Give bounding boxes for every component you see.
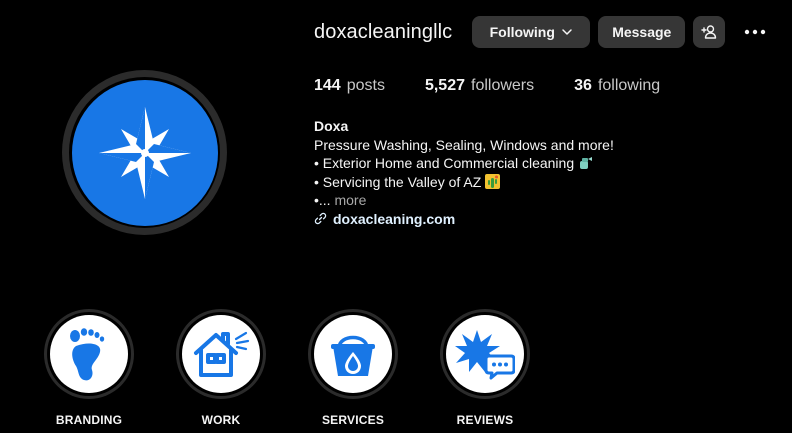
highlight-cover bbox=[50, 315, 128, 393]
highlight-services[interactable]: SERVICES bbox=[308, 309, 398, 427]
more-options-button[interactable] bbox=[743, 20, 767, 44]
highlight-cover bbox=[182, 315, 260, 393]
bio-line-3: • Servicing the Valley of AZ bbox=[314, 173, 754, 192]
highlight-ring bbox=[44, 309, 134, 399]
highlight-cover bbox=[314, 315, 392, 393]
following-label: following bbox=[597, 77, 661, 94]
highlight-label: WORK bbox=[201, 413, 241, 427]
person-plus-icon bbox=[701, 25, 717, 39]
highlight-label: SERVICES bbox=[321, 413, 385, 427]
star-burst-chat-icon bbox=[455, 330, 515, 380]
avatar-gap bbox=[69, 77, 220, 228]
following-stat[interactable]: 36 following bbox=[574, 77, 660, 95]
highlight-ring bbox=[176, 309, 266, 399]
posts-label: posts bbox=[346, 77, 385, 94]
following-button[interactable]: Following bbox=[472, 16, 591, 48]
compass-star-icon bbox=[98, 106, 191, 199]
profile-avatar[interactable] bbox=[62, 70, 227, 235]
chevron-down-icon bbox=[562, 29, 572, 35]
desert-cactus-icon bbox=[485, 173, 501, 189]
highlight-gap bbox=[311, 312, 395, 396]
bio-line-2-text: • Exterior Home and Commercial cleaning bbox=[314, 155, 575, 171]
avatar-disc bbox=[71, 79, 218, 226]
website-link[interactable]: doxacleaning.com bbox=[314, 210, 754, 229]
highlight-reviews[interactable]: REVIEWS bbox=[440, 309, 530, 427]
highlight-branding[interactable]: BRANDING bbox=[44, 309, 134, 427]
highlight-cover bbox=[446, 315, 524, 393]
message-button-label: Message bbox=[612, 24, 672, 40]
profile-header: doxacleaningllc Following Message bbox=[314, 15, 767, 49]
followers-stat[interactable]: 5,527 followers bbox=[425, 77, 534, 95]
highlight-ring bbox=[440, 309, 530, 399]
bio-more-link[interactable]: more bbox=[334, 192, 366, 208]
highlight-gap bbox=[443, 312, 527, 396]
website-text: doxacleaning.com bbox=[333, 210, 456, 227]
footprint-icon bbox=[70, 328, 105, 381]
highlight-work[interactable]: WORK bbox=[176, 309, 266, 427]
profile-name: Doxa bbox=[314, 118, 349, 134]
bio-line-2: • Exterior Home and Commercial cleaning bbox=[314, 154, 754, 173]
bio-line-3-text: • Servicing the Valley of AZ bbox=[314, 173, 482, 190]
highlight-gap bbox=[47, 312, 131, 396]
add-user-button[interactable] bbox=[693, 16, 726, 48]
followers-count: 5,527 bbox=[424, 77, 465, 94]
bio-line-1: Pressure Washing, Sealing, Windows and m… bbox=[314, 136, 614, 153]
message-button[interactable]: Message bbox=[598, 16, 686, 48]
posts-count: 144 bbox=[314, 77, 341, 94]
bucket-drop-icon bbox=[331, 335, 375, 376]
bio-line-4-prefix: •... bbox=[314, 192, 331, 208]
highlight-ring bbox=[308, 309, 398, 399]
story-highlights: BRANDING WORK SERVICES REVIEWS bbox=[44, 309, 572, 427]
following-button-label: Following bbox=[489, 24, 555, 40]
highlight-label: BRANDING bbox=[55, 413, 123, 427]
link-icon bbox=[314, 213, 327, 225]
spray-bottle-icon bbox=[580, 157, 593, 169]
profile-stats: 144 posts 5,527 followers 36 following bbox=[314, 77, 700, 95]
highlight-label: REVIEWS bbox=[456, 413, 514, 427]
followers-label: followers bbox=[471, 77, 535, 94]
profile-bio: Doxa Pressure Washing, Sealing, Windows … bbox=[314, 117, 754, 228]
posts-stat: 144 posts bbox=[314, 77, 385, 95]
house-spray-icon bbox=[194, 331, 250, 377]
bio-line-4: •... more bbox=[314, 191, 754, 210]
highlight-gap bbox=[179, 312, 263, 396]
username: doxacleaningllc bbox=[314, 20, 453, 43]
ellipsis-icon bbox=[745, 29, 766, 35]
following-count: 36 bbox=[574, 77, 592, 94]
